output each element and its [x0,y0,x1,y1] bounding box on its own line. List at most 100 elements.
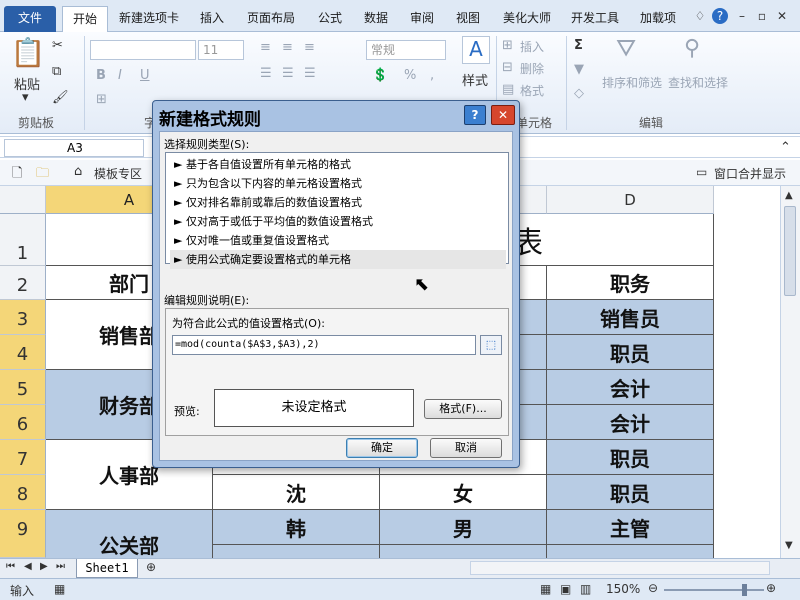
cell[interactable] [380,545,547,558]
tab-insert[interactable]: 插入 [192,6,232,32]
rule-type-item[interactable]: ► 仅对高于或低于平均值的数值设置格式 [170,212,506,231]
folder-icon[interactable]: 🗀 [36,164,49,186]
name-box[interactable]: A3 [4,139,144,157]
ok-button[interactable]: 确定 [346,438,418,458]
window-icon[interactable]: ▭ [696,165,707,179]
copy-icon[interactable]: ⧉ [52,64,61,79]
insert-label[interactable]: 插入 [520,38,544,55]
tab-data[interactable]: 数据 [356,6,396,32]
new-sheet-icon[interactable]: ⊕ [146,560,156,574]
page-layout-view-icon[interactable]: ▣ [560,582,571,596]
cell[interactable] [213,545,380,558]
fill-icon[interactable]: ▼ [574,62,584,77]
styles-label[interactable]: 样式 [460,70,490,89]
align-bottom-icon[interactable]: ≡ [304,40,315,55]
zoom-in-icon[interactable]: ⊕ [766,581,776,595]
position-cell[interactable]: 职员 [547,440,714,475]
delete-label[interactable]: 删除 [520,60,544,77]
gender-cell[interactable]: 男 [380,510,547,545]
tab-addins[interactable]: 加载项 [632,6,684,32]
expand-formula-icon[interactable]: ⌃ [780,140,791,155]
tab-review[interactable]: 审阅 [402,6,442,32]
rule-type-item[interactable]: ► 仅对唯一值或重复值设置格式 [170,231,506,250]
sort-filter-label[interactable]: 排序和筛选 [602,74,662,91]
window-minimize-icon[interactable]: – [734,8,750,24]
percent-icon[interactable]: % [404,68,416,83]
border-icon[interactable]: ⊞ [96,92,107,107]
gender-cell[interactable]: 女 [380,475,547,510]
collapse-dialog-icon[interactable]: ⬚ [480,335,502,355]
cut-icon[interactable]: ✂ [52,38,63,53]
bold-icon[interactable]: B [96,68,106,83]
row-header[interactable]: 1 [0,214,46,266]
row-header[interactable]: 7 [0,440,46,475]
page-break-view-icon[interactable]: ▥ [580,582,591,596]
zoom-slider[interactable] [664,589,764,591]
row-header[interactable]: 6 [0,405,46,440]
window-close-icon[interactable]: ✕ [774,8,790,24]
tab-formulas[interactable]: 公式 [310,6,350,32]
zoom-slider-thumb[interactable] [742,584,747,596]
header-cell-title[interactable]: 职务 [547,266,714,300]
cancel-button[interactable]: 取消 [430,438,502,458]
row-header[interactable]: 2 [0,266,46,300]
home-icon[interactable]: ⌂ [74,164,82,179]
rule-type-list[interactable]: ► 基于各自值设置所有单元格的格式 ► 只为包含以下内容的单元格设置格式 ► 仅… [165,152,509,269]
tab-developer[interactable]: 开发工具 [564,6,626,32]
align-middle-icon[interactable]: ≡ [282,40,293,55]
italic-icon[interactable]: I [118,68,122,83]
insert-cells-icon[interactable]: ⊞ [502,38,513,53]
row-header[interactable]: 8 [0,475,46,510]
horizontal-scrollbar[interactable] [470,561,770,575]
font-name-combo[interactable] [90,40,196,60]
first-sheet-icon[interactable]: ⏮ [6,561,15,572]
dept-cell[interactable]: 公关部 [46,510,213,558]
find-select-icon[interactable]: ⚲ [684,36,700,61]
underline-icon[interactable]: U [140,68,150,83]
formula-input[interactable]: =mod(counta($A$3,$A3),2) [172,335,476,355]
row-header[interactable]: 5 [0,370,46,405]
last-sheet-icon[interactable]: ⏭ [56,561,65,572]
zoom-out-icon[interactable]: ⊖ [648,581,658,595]
row-header[interactable]: 4 [0,335,46,370]
tab-new[interactable]: 新建选项卡 [112,6,186,32]
zoom-level[interactable]: 150% [606,582,640,596]
help-icon[interactable]: ? [464,105,486,125]
sheet-tab[interactable]: Sheet1 [76,559,138,578]
format-button[interactable]: 格式(F)... [424,399,502,419]
prev-sheet-icon[interactable]: ◀ [24,561,32,572]
next-sheet-icon[interactable]: ▶ [40,561,48,572]
delete-cells-icon[interactable]: ⊟ [502,60,513,75]
clear-icon[interactable]: ◇ [574,86,584,101]
scroll-thumb[interactable] [784,206,796,296]
format-cells-icon[interactable]: ▤ [502,82,514,97]
find-select-label[interactable]: 查找和选择 [668,74,728,91]
currency-icon[interactable]: 💲 [372,68,388,83]
position-cell[interactable]: 会计 [547,405,714,440]
minimize-ribbon-icon[interactable]: ♢ [692,8,708,24]
chevron-down-icon[interactable]: ▾ [22,90,29,105]
position-cell[interactable]: 职员 [547,475,714,510]
close-icon[interactable]: ✕ [491,105,515,125]
align-center-icon[interactable]: ☰ [282,66,294,81]
macro-record-icon[interactable]: ▦ [54,582,65,596]
comma-icon[interactable]: , [430,68,434,83]
rule-type-item-selected[interactable]: ► 使用公式确定要设置格式的单元格 [170,250,506,269]
number-format-combo[interactable]: 常规 [366,40,446,60]
autosum-icon[interactable]: Σ [574,38,583,53]
format-painter-icon[interactable]: 🖌 [52,90,69,105]
tab-file[interactable]: 文件 [4,6,56,32]
align-top-icon[interactable]: ≡ [260,40,271,55]
align-left-icon[interactable]: ☰ [260,66,272,81]
align-right-icon[interactable]: ☰ [304,66,316,81]
position-cell[interactable]: 销售员 [547,300,714,335]
tab-view[interactable]: 视图 [448,6,488,32]
window-restore-icon[interactable]: ▫ [754,8,770,24]
name-cell[interactable]: 沈 [213,475,380,510]
help-icon[interactable]: ? [712,8,728,24]
rule-type-item[interactable]: ► 基于各自值设置所有单元格的格式 [170,155,506,174]
position-cell[interactable]: 会计 [547,370,714,405]
scroll-down-icon[interactable]: ▼ [785,540,793,551]
new-doc-icon[interactable]: 🗋 [12,164,22,186]
rule-type-item[interactable]: ► 仅对排名靠前或靠后的数值设置格式 [170,193,506,212]
